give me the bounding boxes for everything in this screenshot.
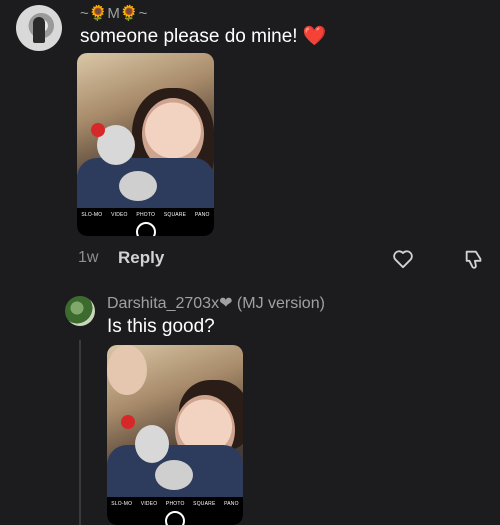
mode-square: SQUARE	[193, 501, 216, 507]
reply-photo[interactable]: SLO-MO VIDEO PHOTO SQUARE PANO	[107, 345, 243, 525]
avatar-figure	[33, 17, 45, 43]
mode-slomo: SLO-MO	[111, 501, 133, 507]
mode-video: VIDEO	[140, 501, 158, 507]
mode-photo: PHOTO	[136, 212, 156, 218]
like-heart-icon[interactable]	[390, 246, 416, 272]
photo-headphones	[135, 425, 169, 463]
photo-lollipop	[121, 415, 135, 429]
photo-background-face	[107, 345, 147, 395]
mode-pano: PANO	[194, 212, 210, 218]
commenter-username[interactable]: ~🌻M🌻~	[80, 4, 147, 22]
reply-avatar[interactable]	[65, 296, 95, 326]
mode-slomo: SLO-MO	[81, 212, 103, 218]
dislike-thumb-icon[interactable]	[461, 246, 487, 272]
comment-age: 1w	[78, 249, 99, 266]
reply-text: Is this good?	[107, 316, 215, 337]
camera-mode-bar: SLO-MO VIDEO PHOTO SQUARE PANO	[77, 208, 214, 236]
camera-mode-bar: SLO-MO VIDEO PHOTO SQUARE PANO	[107, 497, 243, 525]
comment-photo[interactable]: SLO-MO VIDEO PHOTO SQUARE PANO	[77, 53, 214, 236]
photo-headphones-cup	[119, 171, 157, 201]
mode-square: SQUARE	[163, 212, 187, 218]
comment-text: someone please do mine! ❤️	[80, 26, 327, 47]
reply-username[interactable]: Darshita_2703x❤ (MJ version)	[107, 293, 325, 313]
reply-button[interactable]: Reply	[118, 248, 164, 268]
thread-line	[79, 340, 81, 525]
shutter-icon	[165, 511, 185, 525]
mode-photo: PHOTO	[165, 501, 185, 507]
mode-pano: PANO	[224, 501, 239, 507]
mode-video: VIDEO	[111, 212, 128, 218]
shutter-icon	[135, 222, 156, 236]
commenter-avatar[interactable]	[16, 5, 62, 51]
photo-lollipop	[91, 123, 105, 137]
photo-headphones-cup	[155, 460, 193, 490]
